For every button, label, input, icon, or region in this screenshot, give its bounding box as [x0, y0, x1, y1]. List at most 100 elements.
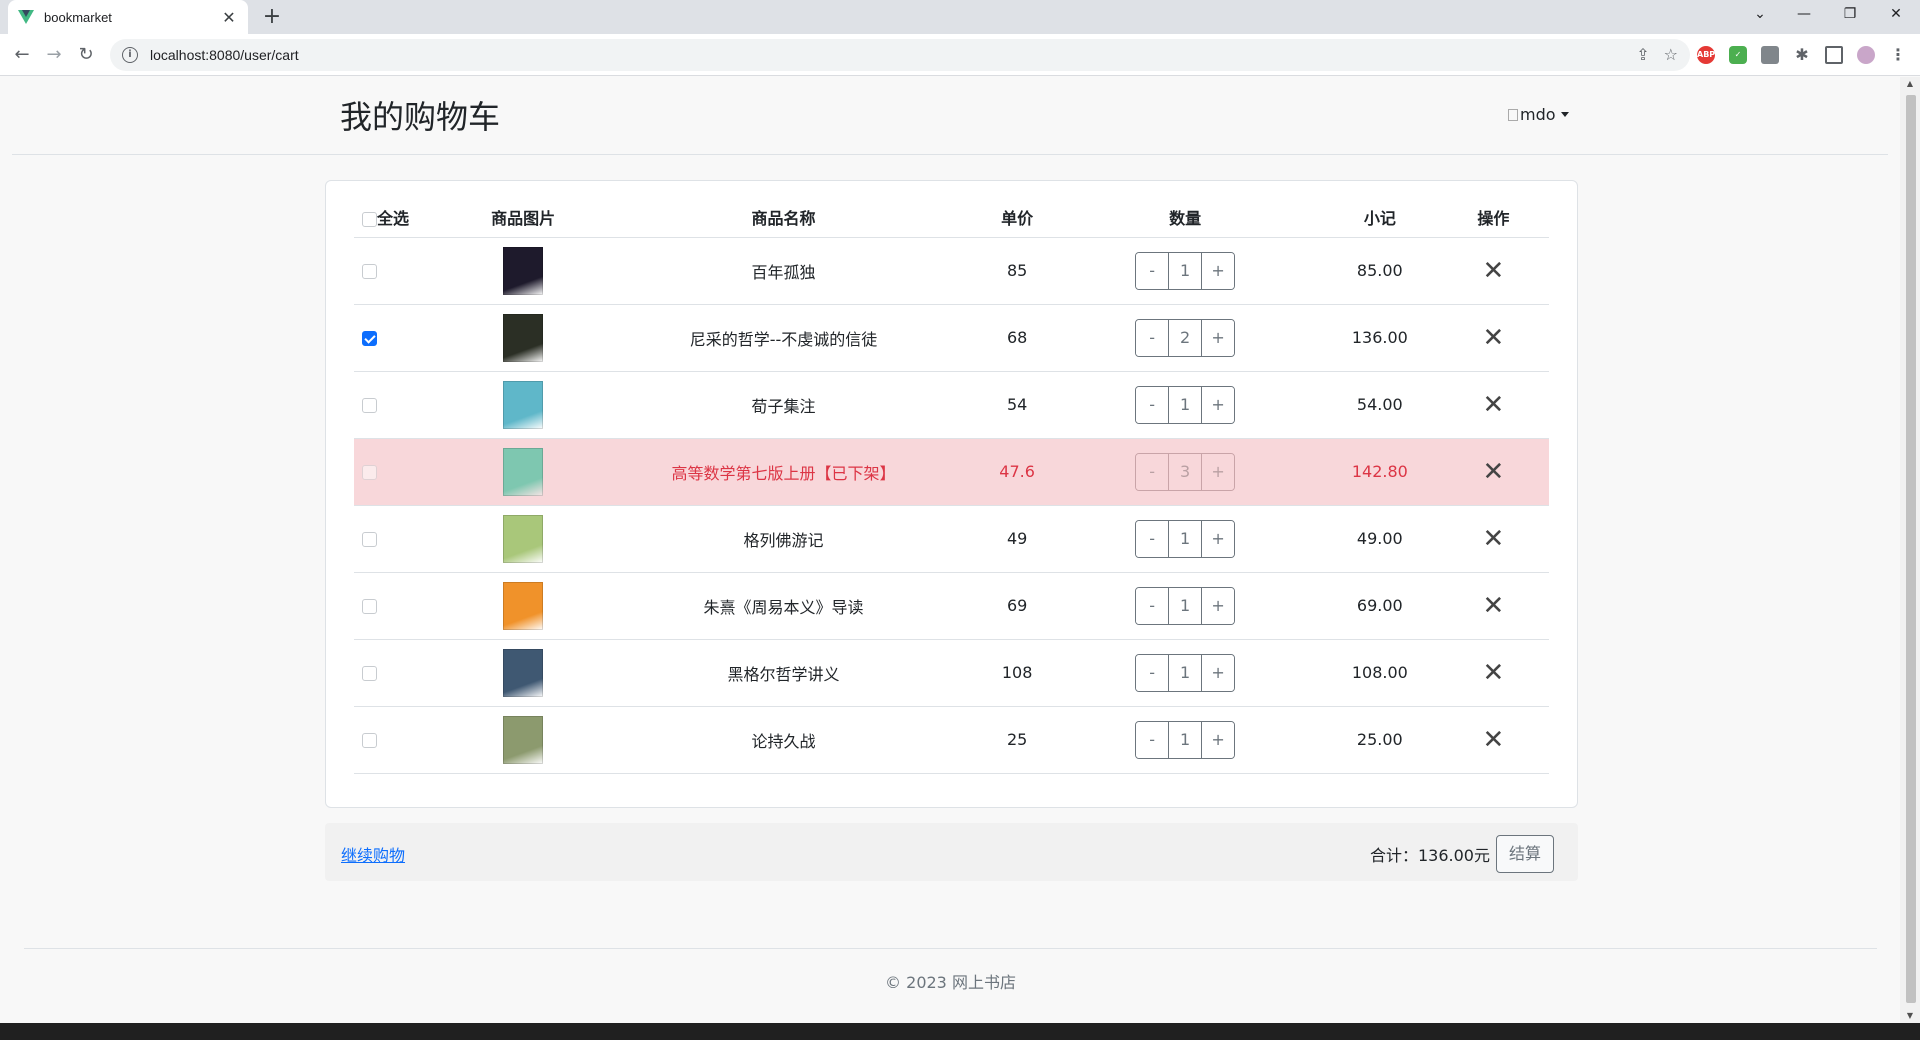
- increase-button[interactable]: +: [1202, 721, 1235, 758]
- decrease-button[interactable]: -: [1136, 587, 1169, 624]
- row-checkbox[interactable]: [362, 398, 377, 413]
- window-close-icon[interactable]: ✕: [1876, 0, 1916, 30]
- row-checkbox[interactable]: [362, 532, 377, 547]
- decrease-button[interactable]: -: [1136, 386, 1169, 423]
- decrease-button[interactable]: -: [1136, 520, 1169, 557]
- quantity-input[interactable]: 2: [1168, 319, 1203, 356]
- user-dropdown[interactable]: mdo: [1508, 105, 1569, 124]
- row-checkbox[interactable]: [362, 264, 377, 279]
- quantity-stepper: -1 +: [1135, 385, 1236, 424]
- broken-avatar-image-icon: [1508, 108, 1518, 121]
- tab-title: bookmarket: [44, 9, 112, 25]
- share-icon[interactable]: ⇪: [1636, 45, 1649, 64]
- decrease-button[interactable]: -: [1136, 453, 1169, 490]
- shield-extension-icon[interactable]: ✓: [1729, 46, 1747, 64]
- continue-shopping-link[interactable]: 继续购物: [341, 842, 405, 866]
- cart-row: 高等数学第七版上册【已下架】 47.6-3 +142.80 ✕: [354, 438, 1549, 506]
- extension-icon[interactable]: [1761, 46, 1779, 64]
- select-all-checkbox[interactable]: [362, 211, 377, 227]
- unit-price: 54: [985, 371, 1049, 439]
- quantity-input[interactable]: 1: [1168, 252, 1203, 289]
- decrease-button[interactable]: -: [1136, 252, 1169, 289]
- quantity-input[interactable]: 1: [1168, 721, 1203, 758]
- remove-item-icon[interactable]: ✕: [1482, 524, 1504, 554]
- action-cell: ✕: [1437, 639, 1549, 707]
- increase-button[interactable]: +: [1202, 319, 1235, 356]
- decrease-button[interactable]: -: [1136, 319, 1169, 356]
- book-cover-image: [503, 715, 544, 764]
- quantity-input[interactable]: 1: [1168, 386, 1203, 423]
- scroll-up-arrow-icon[interactable]: ▲: [1905, 79, 1915, 88]
- menu-kebab-icon[interactable]: ⋮: [1889, 46, 1907, 64]
- restore-icon[interactable]: ❐: [1830, 0, 1870, 30]
- row-checkbox[interactable]: [362, 666, 377, 681]
- back-icon[interactable]: ←: [8, 41, 36, 69]
- page-scrollbar[interactable]: ▲ ▼: [1900, 77, 1920, 1023]
- row-checkbox[interactable]: [362, 733, 377, 748]
- row-checkbox[interactable]: [362, 599, 377, 614]
- minimize-icon[interactable]: —: [1784, 0, 1824, 30]
- action-cell: ✕: [1437, 237, 1549, 305]
- scroll-down-arrow-icon[interactable]: ▼: [1905, 1011, 1915, 1020]
- unit-price: 68: [985, 304, 1049, 372]
- site-footer: © 2023 网上书店: [24, 948, 1877, 992]
- increase-button[interactable]: +: [1202, 252, 1235, 289]
- total-value: 136.00元: [1418, 846, 1490, 865]
- quantity-stepper: -1 +: [1135, 653, 1236, 692]
- checkout-button[interactable]: 结算: [1496, 835, 1554, 873]
- tab-search-icon[interactable]: ⌄: [1740, 0, 1780, 30]
- remove-item-icon[interactable]: ✕: [1482, 725, 1504, 755]
- side-panel-icon[interactable]: [1825, 46, 1843, 64]
- page-header: 我的购物车 mdo: [12, 77, 1888, 155]
- subtotal-header: 小记: [1321, 197, 1438, 238]
- quantity-input[interactable]: 3: [1168, 453, 1203, 490]
- quantity-input[interactable]: 1: [1168, 654, 1203, 691]
- row-checkbox[interactable]: [362, 465, 377, 480]
- vue-logo-icon: [18, 10, 34, 24]
- remove-item-icon[interactable]: ✕: [1482, 591, 1504, 621]
- quantity-cell: -1 +: [1048, 706, 1322, 774]
- decrease-button[interactable]: -: [1136, 721, 1169, 758]
- quantity-input[interactable]: 1: [1168, 587, 1203, 624]
- book-cover-image: [503, 380, 544, 429]
- profile-avatar-icon[interactable]: [1857, 46, 1875, 64]
- browser-tab[interactable]: bookmarket ✕: [8, 0, 248, 34]
- scrollbar-thumb[interactable]: [1906, 95, 1916, 1003]
- row-subtotal: 85.00: [1321, 237, 1438, 305]
- site-info-icon[interactable]: i: [122, 47, 138, 63]
- row-subtotal: 142.80: [1321, 438, 1438, 506]
- decrease-button[interactable]: -: [1136, 654, 1169, 691]
- puzzle-extensions-icon[interactable]: ✱: [1793, 46, 1811, 64]
- row-checkbox[interactable]: [362, 331, 377, 346]
- remove-item-icon[interactable]: ✕: [1482, 256, 1504, 286]
- forward-icon[interactable]: →: [40, 41, 68, 69]
- remove-item-icon[interactable]: ✕: [1482, 390, 1504, 420]
- increase-button[interactable]: +: [1202, 587, 1235, 624]
- reload-icon[interactable]: ↻: [72, 41, 100, 69]
- increase-button[interactable]: +: [1202, 654, 1235, 691]
- increase-button[interactable]: +: [1202, 386, 1235, 423]
- new-tab-button[interactable]: +: [258, 4, 286, 32]
- remove-item-icon[interactable]: ✕: [1482, 457, 1504, 487]
- action-header: 操作: [1437, 197, 1549, 238]
- url-text[interactable]: localhost:8080/user/cart: [150, 47, 299, 63]
- book-cover-image: [503, 648, 544, 697]
- row-select-cell: [354, 572, 466, 640]
- copyright-text: © 2023 网上书店: [885, 973, 1016, 992]
- address-bar[interactable]: i localhost:8080/user/cart ⇪ ☆: [110, 39, 1690, 71]
- book-name: 黑格尔哲学讲义: [580, 639, 986, 707]
- adblock-extension-icon[interactable]: ABP: [1697, 46, 1715, 64]
- remove-item-icon[interactable]: ✕: [1482, 323, 1504, 353]
- tab-close-icon[interactable]: ✕: [220, 8, 238, 27]
- increase-button[interactable]: +: [1202, 520, 1235, 557]
- bookmark-star-icon[interactable]: ☆: [1664, 45, 1678, 64]
- book-name: 朱熹《周易本义》导读: [580, 572, 986, 640]
- cover-cell: [465, 304, 581, 372]
- quantity-input[interactable]: 1: [1168, 520, 1203, 557]
- cart-row: 荀子集注 54-1 +54.00 ✕: [354, 371, 1549, 439]
- unit-price: 69: [985, 572, 1049, 640]
- quantity-stepper: -1 +: [1135, 720, 1236, 759]
- cover-cell: [465, 706, 581, 774]
- increase-button[interactable]: +: [1202, 453, 1235, 490]
- remove-item-icon[interactable]: ✕: [1482, 658, 1504, 688]
